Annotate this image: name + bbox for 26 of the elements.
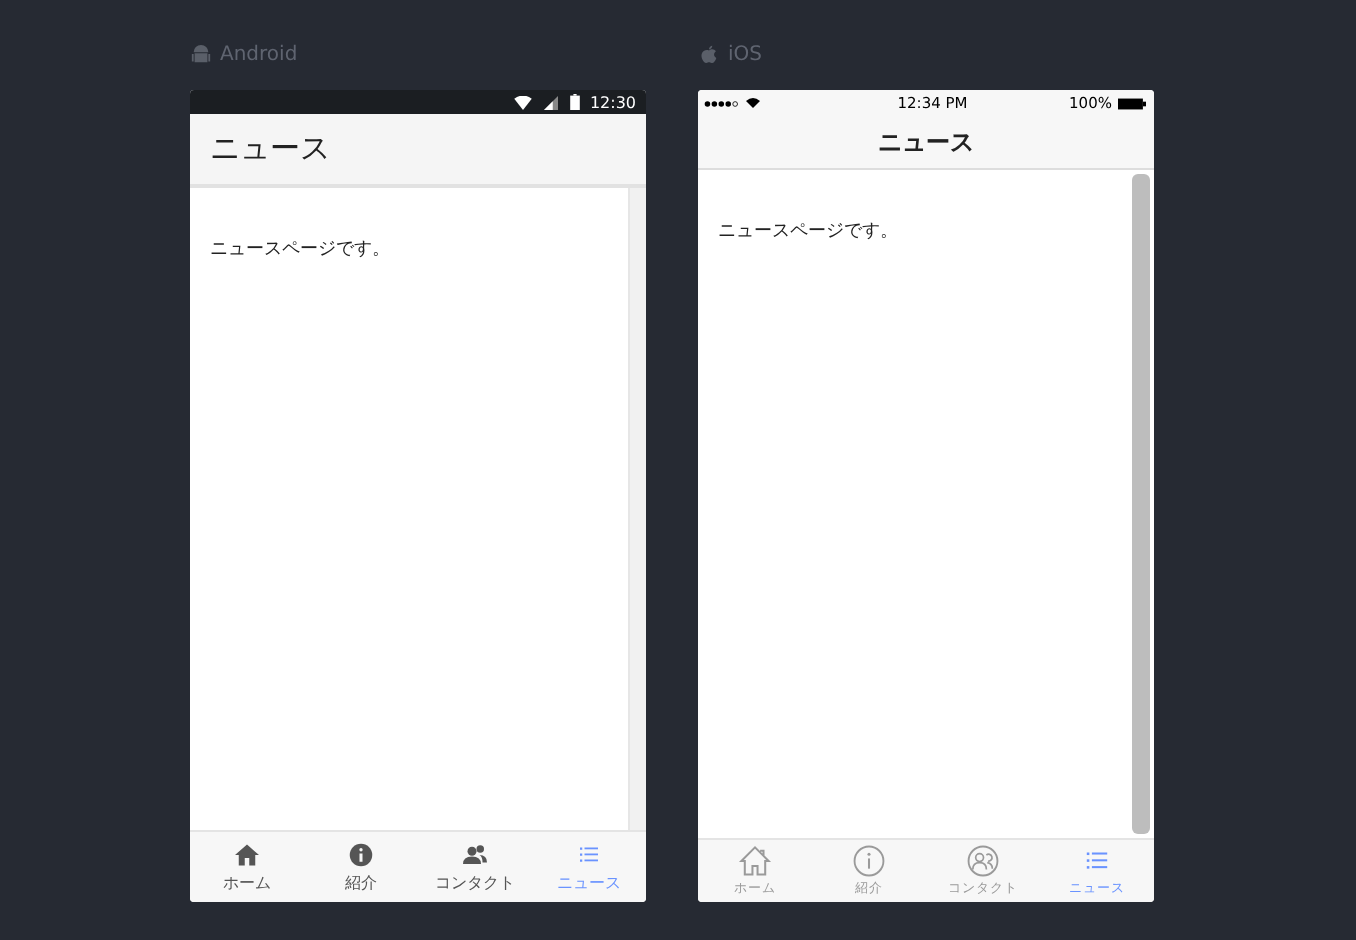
wifi-icon bbox=[513, 95, 532, 109]
body-text: ニュースページです。 bbox=[210, 240, 390, 260]
screen-title: ニュース bbox=[210, 130, 330, 168]
platform-label: Android bbox=[220, 43, 298, 65]
scrollbar[interactable] bbox=[1132, 174, 1150, 834]
signal-icon bbox=[541, 95, 560, 109]
tab[interactable]: コンタクト bbox=[418, 832, 532, 902]
tab[interactable]: 紹介 bbox=[304, 832, 418, 902]
people-icon bbox=[460, 840, 490, 870]
platform-label: iOS bbox=[728, 43, 762, 65]
tab[interactable]: ニュース bbox=[532, 832, 646, 902]
wifi-icon bbox=[746, 98, 760, 108]
home-icon bbox=[738, 844, 772, 878]
signal-icon bbox=[704, 99, 740, 107]
tab[interactable]: ホーム bbox=[190, 832, 304, 902]
battery-icon bbox=[1117, 97, 1146, 109]
screen-title: ニュース bbox=[878, 125, 974, 159]
people-icon bbox=[966, 844, 1000, 878]
info-icon bbox=[346, 840, 376, 870]
battery-icon bbox=[569, 94, 580, 110]
body-text: ニュースページです。 bbox=[718, 222, 898, 242]
android-icon bbox=[190, 43, 212, 65]
apple-icon bbox=[698, 43, 720, 65]
status-time: 12:30 bbox=[589, 93, 636, 111]
info-icon bbox=[852, 844, 886, 878]
home-icon bbox=[232, 840, 262, 870]
